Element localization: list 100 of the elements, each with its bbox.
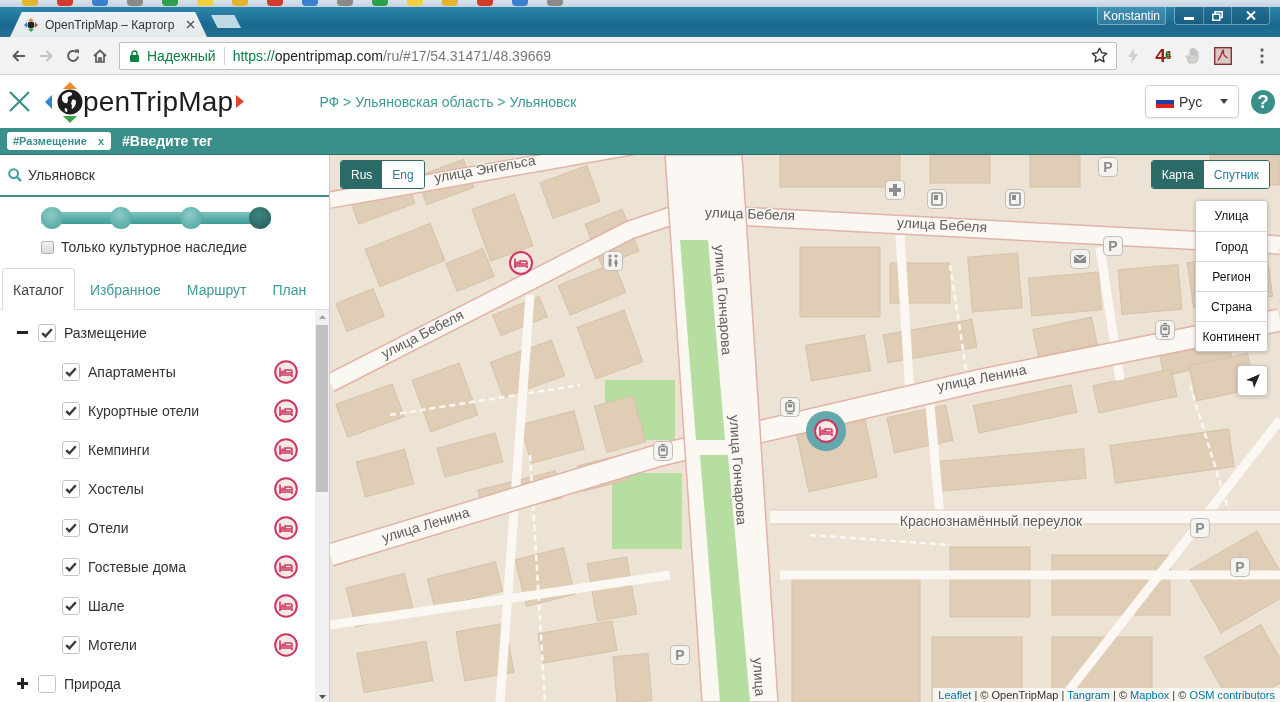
- scroll-up-icon[interactable]: [318, 315, 326, 319]
- url-text: https://opentripmap.com/ru/#17/54.31471/48.39669: [232, 47, 552, 64]
- taskbar-app-icon[interactable]: [477, 0, 493, 6]
- locate-button[interactable]: [1237, 365, 1268, 396]
- attribution-link[interactable]: Mapbox: [1130, 689, 1170, 701]
- attribution-link[interactable]: Leaflet: [938, 689, 972, 701]
- bed-marker-icon[interactable]: [806, 411, 846, 451]
- step-dot-icon[interactable]: [41, 207, 63, 229]
- plus-icon[interactable]: [17, 678, 28, 689]
- taskbar-app-icon[interactable]: [127, 0, 143, 6]
- category-label[interactable]: Хостелы: [88, 480, 144, 497]
- minimize-button[interactable]: [1175, 7, 1203, 24]
- favicon-icon: [24, 17, 38, 32]
- category-label[interactable]: Кемпинги: [88, 441, 150, 458]
- checkbox[interactable]: [62, 596, 80, 615]
- close-icon: [9, 91, 30, 112]
- language-select[interactable]: Рус: [1145, 85, 1239, 118]
- checkbox[interactable]: [41, 240, 54, 254]
- hand-icon: [1185, 46, 1201, 65]
- zoom-level-option[interactable]: Страна: [1196, 291, 1267, 321]
- tram-icon[interactable]: [653, 441, 673, 461]
- logo-arrow-icon: [236, 95, 245, 108]
- tram-icon[interactable]: [780, 397, 800, 417]
- tag-input[interactable]: #Введите тег: [122, 130, 1280, 152]
- lightning-icon: [1128, 47, 1138, 64]
- taskbar-app-icon[interactable]: [267, 0, 283, 6]
- street-label: улица Ленина: [935, 361, 1028, 395]
- taskbar-app-icon[interactable]: [162, 0, 178, 6]
- bed-icon: [274, 593, 298, 618]
- help-button[interactable]: ?: [1251, 89, 1275, 114]
- scrollbar-thumb[interactable]: [316, 325, 328, 492]
- category-label[interactable]: Мотели: [88, 636, 137, 653]
- toilets-icon[interactable]: [603, 251, 623, 271]
- browser-tab[interactable]: OpenTripMap – Картогр: [10, 12, 207, 37]
- category-label[interactable]: Шале: [88, 597, 125, 614]
- star-icon[interactable]: [1091, 47, 1108, 64]
- pdf-document-icon: [1214, 46, 1232, 65]
- checkbox[interactable]: [62, 518, 80, 537]
- envelope-icon[interactable]: [1070, 249, 1090, 269]
- new-tab-button[interactable]: [211, 15, 241, 28]
- checkbox[interactable]: [62, 635, 80, 654]
- map-type-option[interactable]: Карта: [1151, 161, 1204, 188]
- step-dot-icon[interactable]: [179, 207, 202, 229]
- category-label[interactable]: Апартаменты: [88, 363, 176, 380]
- street-label: Краснознамённый переулок: [899, 512, 1083, 529]
- zoom-level-option[interactable]: Улица: [1196, 201, 1267, 231]
- zoom-level-option[interactable]: Регион: [1196, 261, 1267, 291]
- tag-field[interactable]: #Размещение x #Введите тег: [0, 128, 1280, 155]
- category-label[interactable]: Размещение: [64, 324, 147, 341]
- taskbar-app-icon[interactable]: [512, 0, 528, 6]
- sidebar-tab[interactable]: Каталог: [2, 268, 75, 310]
- vending-machine-icon[interactable]: [1005, 189, 1025, 209]
- zoom-level-option[interactable]: Континент: [1196, 321, 1267, 351]
- category-label[interactable]: Природа: [64, 675, 121, 692]
- address-bar[interactable]: Надежный https://opentripmap.com/ru/#17/54.31471/48.39669: [119, 41, 1117, 70]
- checkbox[interactable]: [62, 440, 80, 459]
- zoom-level-option[interactable]: Город: [1196, 231, 1267, 261]
- checkbox[interactable]: [62, 557, 80, 576]
- taskbar-app-icon[interactable]: [302, 0, 318, 6]
- slider-thumb[interactable]: [249, 207, 271, 229]
- category-label[interactable]: Курортные отели: [88, 402, 199, 419]
- bed-icon: [274, 476, 298, 501]
- scrollbar[interactable]: [315, 310, 329, 702]
- attribution-link[interactable]: Tangram: [1067, 689, 1110, 701]
- medical-cross-icon[interactable]: [885, 180, 905, 200]
- checkbox-label[interactable]: Только культурное наследие: [61, 239, 248, 255]
- menu-icon: [1260, 47, 1264, 64]
- close-window-button[interactable]: [1231, 7, 1269, 24]
- street-label: улица Гончарова: [711, 244, 736, 356]
- tram-icon[interactable]: [1155, 320, 1175, 340]
- scroll-down-icon[interactable]: [318, 695, 326, 699]
- profile-button[interactable]: Konstantin: [1097, 7, 1166, 25]
- caret-icon: [1220, 99, 1228, 104]
- tag-label: #Размещение: [13, 135, 87, 147]
- vending-machine-icon[interactable]: [927, 189, 947, 209]
- restore-button[interactable]: [1203, 7, 1231, 24]
- tag-remove-button[interactable]: x: [97, 135, 105, 147]
- taskbar-app-icon[interactable]: [57, 0, 73, 6]
- close-icon[interactable]: [186, 20, 195, 29]
- close-button[interactable]: [9, 91, 30, 112]
- checkbox[interactable]: [62, 479, 80, 498]
- sidebar-tab[interactable]: Избранное: [78, 268, 172, 310]
- taskbar-app-icon[interactable]: [547, 0, 563, 6]
- checkbox[interactable]: [38, 674, 56, 693]
- padlock-icon: [130, 49, 139, 62]
- category-label[interactable]: Гостевые дома: [88, 558, 186, 575]
- checkbox[interactable]: [38, 323, 56, 342]
- taskbar-app-icon[interactable]: [337, 0, 353, 6]
- checkbox[interactable]: [62, 362, 80, 381]
- bed-icon: [274, 398, 298, 423]
- street-label: улица Бебеля: [704, 204, 796, 224]
- taskbar-app-icon[interactable]: [372, 0, 388, 6]
- map-attribution: Leaflet | © OpenTripMap | Tangram | © Mapbox | © OSM contributors: [933, 688, 1280, 702]
- language-toggle-option[interactable]: Rus: [341, 161, 383, 188]
- step-dot-icon[interactable]: [110, 207, 133, 229]
- taskbar-app-icon[interactable]: [92, 0, 108, 6]
- street-label: улица Гончарова: [726, 414, 751, 526]
- attribution-link[interactable]: OSM contributors: [1189, 689, 1275, 701]
- category-label[interactable]: Отели: [88, 519, 129, 536]
- checkbox[interactable]: [62, 401, 80, 420]
